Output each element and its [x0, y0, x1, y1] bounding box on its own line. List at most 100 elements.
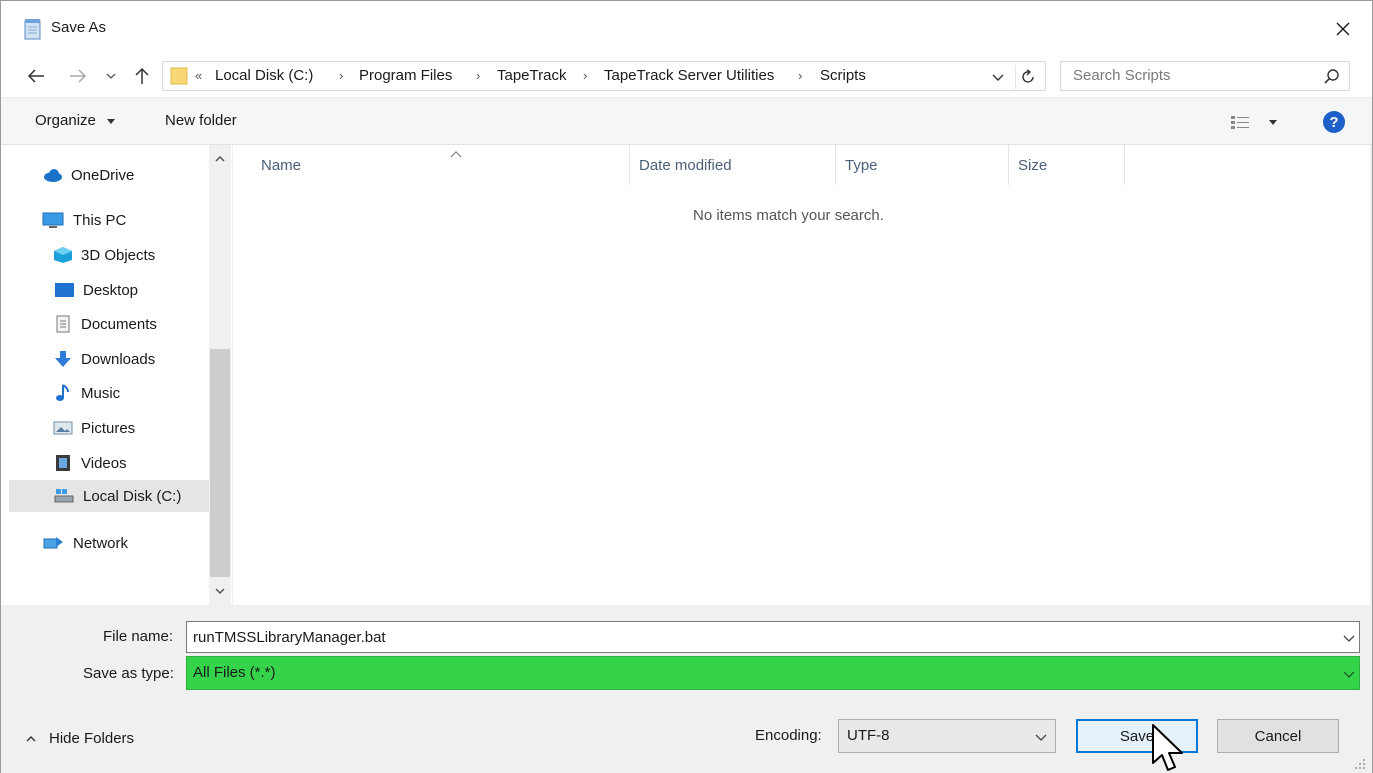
- network-icon: [43, 537, 63, 549]
- hide-folders-label: Hide Folders: [49, 730, 135, 747]
- sort-ascending-icon: [450, 151, 462, 158]
- column-header-date-modified[interactable]: Date modified: [631, 145, 836, 185]
- sidebar-item-label: OneDrive: [71, 166, 135, 184]
- navigation-scrollbar[interactable]: [209, 145, 231, 605]
- command-bar: Organize New folder ?: [1, 99, 1372, 145]
- sidebar-item-music[interactable]: Music: [53, 377, 209, 409]
- save-as-dialog: Save As « Local Disk (C:) › Program File…: [0, 0, 1373, 773]
- address-bar[interactable]: « Local Disk (C:) › Program Files › Tape…: [162, 61, 1046, 91]
- mouse-pointer-icon: [1152, 724, 1183, 771]
- address-overflow[interactable]: «: [195, 68, 202, 83]
- breadcrumb-server-utilities[interactable]: TapeTrack Server Utilities: [604, 67, 774, 84]
- chevron-up-icon: [26, 735, 36, 741]
- recent-locations-button[interactable]: [103, 63, 119, 89]
- breadcrumb-scripts[interactable]: Scripts: [820, 67, 866, 84]
- breadcrumb-tapetrack[interactable]: TapeTrack: [497, 67, 566, 84]
- sidebar-item-local-disk[interactable]: Local Disk (C:): [9, 480, 209, 512]
- chevron-down-icon[interactable]: [1341, 630, 1357, 646]
- sidebar-item-onedrive[interactable]: OneDrive: [41, 159, 209, 191]
- sidebar-item-this-pc[interactable]: This PC: [41, 204, 209, 236]
- sidebar-item-desktop[interactable]: Desktop: [53, 274, 209, 306]
- scroll-up-button[interactable]: [209, 149, 231, 169]
- sidebar-item-label: Music: [81, 384, 121, 402]
- cube-icon: [54, 247, 72, 263]
- scroll-down-button[interactable]: [209, 581, 231, 601]
- sidebar-item-network[interactable]: Network: [41, 527, 209, 559]
- column-header-size[interactable]: Size: [1010, 145, 1125, 185]
- new-folder-label: New folder: [165, 112, 237, 129]
- save-type-select[interactable]: All Files (*.*): [186, 656, 1360, 690]
- breadcrumb-local-disk[interactable]: Local Disk (C:): [215, 67, 313, 84]
- notepad-icon: [24, 19, 41, 40]
- encoding-label: Encoding:: [755, 727, 822, 744]
- new-folder-button[interactable]: New folder: [165, 112, 237, 129]
- breadcrumb-program-files[interactable]: Program Files: [359, 67, 452, 84]
- filename-field[interactable]: [186, 621, 1360, 653]
- music-note-icon: [56, 384, 69, 401]
- column-header-label: Name: [261, 157, 302, 174]
- sidebar-item-label: Pictures: [81, 419, 136, 437]
- sidebar-item-documents[interactable]: Documents: [53, 308, 209, 340]
- organize-button[interactable]: Organize: [35, 112, 116, 129]
- organize-label: Organize: [35, 112, 96, 129]
- chevron-up-icon: [215, 155, 225, 162]
- chevron-down-icon: [1035, 734, 1047, 741]
- refresh-button[interactable]: [1015, 65, 1041, 89]
- sidebar-item-downloads[interactable]: Downloads: [53, 343, 209, 375]
- chevron-down-icon[interactable]: [989, 68, 1007, 86]
- document-icon: [56, 315, 70, 333]
- column-header-label: Type: [845, 157, 878, 174]
- search-box[interactable]: Search Scripts: [1060, 61, 1350, 91]
- empty-message: No items match your search.: [693, 207, 884, 224]
- sidebar-item-pictures[interactable]: Pictures: [53, 412, 209, 444]
- close-icon: [1336, 22, 1350, 36]
- resize-grip-icon[interactable]: [1353, 757, 1367, 771]
- desktop-icon: [55, 283, 74, 297]
- up-arrow-icon: [135, 67, 149, 84]
- help-icon[interactable]: ?: [1323, 111, 1345, 133]
- chevron-down-icon: [106, 73, 116, 79]
- navigation-bar: « Local Disk (C:) › Program Files › Tape…: [1, 57, 1372, 97]
- sidebar-item-videos[interactable]: Videos: [53, 447, 209, 479]
- dialog-title: Save As: [51, 19, 107, 36]
- dropdown-arrow-icon: [107, 119, 116, 124]
- forward-button[interactable]: [65, 63, 91, 89]
- sidebar-item-label: Network: [73, 534, 129, 552]
- search-input[interactable]: Search Scripts: [1073, 67, 1171, 84]
- column-header-label: Size: [1018, 157, 1048, 174]
- sidebar-item-label: Documents: [81, 315, 157, 333]
- cancel-button[interactable]: Cancel: [1217, 719, 1339, 753]
- chevron-down-icon: [215, 588, 225, 595]
- sidebar-item-label: Videos: [81, 454, 127, 472]
- chevron-down-icon: [1343, 671, 1355, 678]
- breadcrumb-separator: ›: [339, 68, 344, 83]
- back-button[interactable]: [23, 63, 49, 89]
- encoding-value: UTF-8: [847, 727, 890, 744]
- search-icon[interactable]: [1323, 68, 1341, 86]
- computer-icon: [42, 212, 64, 228]
- navigation-pane: OneDrive This PC 3D Objects Desktop Docu…: [1, 145, 232, 605]
- file-list: Name Date modified Type Size No items ma…: [233, 145, 1370, 605]
- title-bar: Save As: [1, 1, 1372, 57]
- sidebar-item-3d-objects[interactable]: 3D Objects: [53, 239, 209, 271]
- filename-input[interactable]: [193, 627, 1323, 647]
- sidebar-item-label: Desktop: [83, 281, 139, 299]
- column-header-type[interactable]: Type: [837, 145, 1009, 185]
- breadcrumb-separator: ›: [583, 68, 588, 83]
- breadcrumb-separator: ›: [476, 68, 481, 83]
- film-icon: [56, 455, 70, 471]
- picture-icon: [53, 421, 73, 435]
- cancel-button-label: Cancel: [1254, 727, 1302, 745]
- cloud-icon: [44, 169, 62, 182]
- up-button[interactable]: [131, 63, 153, 89]
- view-options-icon[interactable]: [1229, 111, 1285, 133]
- refresh-icon: [1021, 69, 1034, 83]
- save-type-label: Save as type:: [83, 665, 174, 682]
- close-button[interactable]: [1319, 9, 1367, 49]
- encoding-select[interactable]: UTF-8: [838, 719, 1056, 753]
- hide-folders-button[interactable]: Hide Folders: [25, 730, 134, 747]
- column-header-name[interactable]: Name: [253, 145, 630, 185]
- scroll-thumb[interactable]: [210, 349, 230, 577]
- folder-icon: [170, 67, 188, 85]
- filename-label: File name:: [103, 628, 174, 645]
